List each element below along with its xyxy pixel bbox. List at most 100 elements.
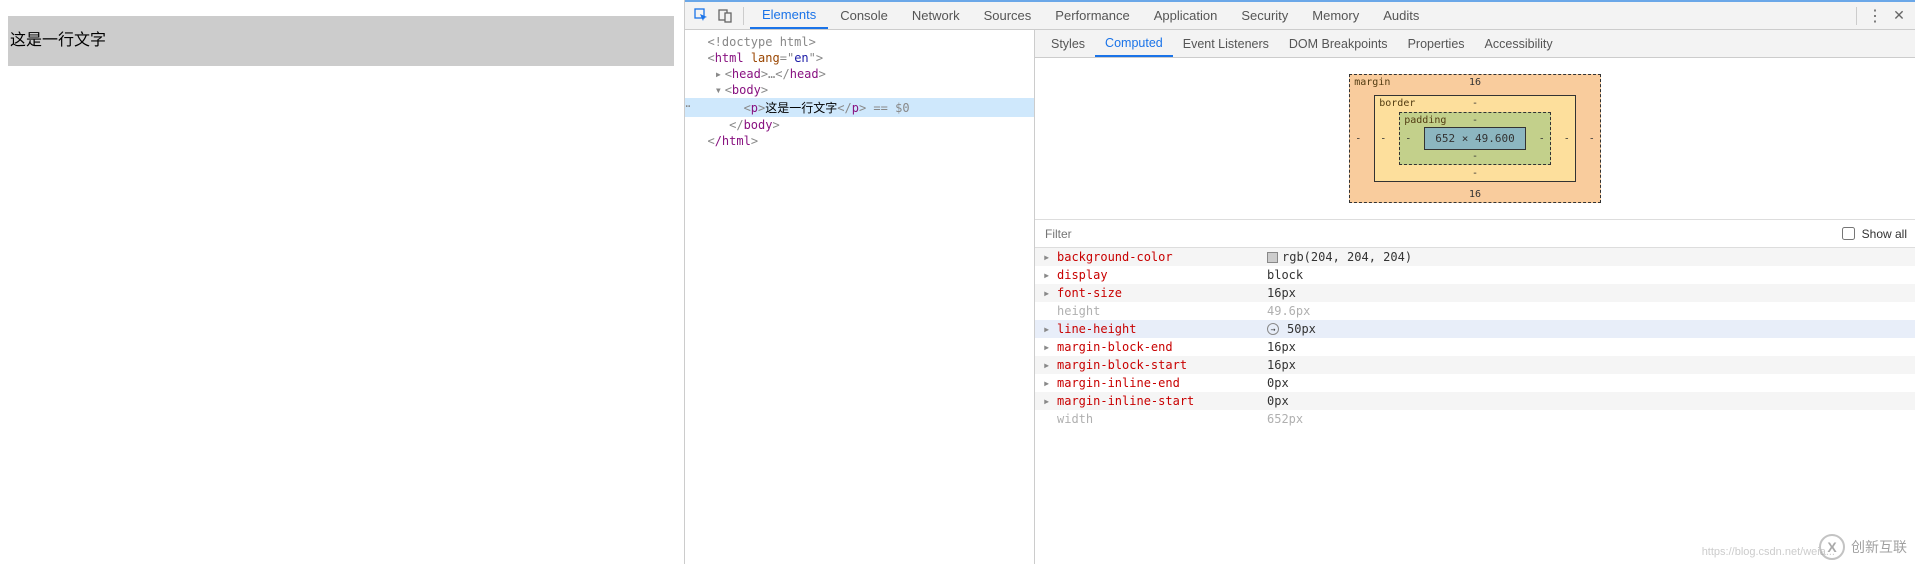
elements-side-panel: StylesComputedEvent ListenersDOM Breakpo… [1035, 30, 1915, 564]
devtools-tab-performance[interactable]: Performance [1043, 2, 1141, 29]
computed-prop-value: 652px [1267, 412, 1303, 426]
showall-checkbox[interactable] [1842, 227, 1855, 240]
side-tab-dom-breakpoints[interactable]: DOM Breakpoints [1279, 30, 1398, 57]
color-swatch-icon[interactable] [1267, 252, 1278, 263]
side-tab-accessibility[interactable]: Accessibility [1475, 30, 1563, 57]
page-viewport: 这是一行文字 [0, 0, 685, 564]
devtools-tabs: ElementsConsoleNetworkSourcesPerformance… [750, 2, 1431, 29]
close-icon[interactable]: ✕ [1887, 4, 1911, 28]
goto-source-icon[interactable]: → [1267, 323, 1279, 335]
dom-html-close[interactable]: </html> [685, 133, 1034, 149]
computed-prop-name: margin-block-end [1057, 340, 1267, 354]
computed-row-display[interactable]: ▸displayblock [1035, 266, 1915, 284]
computed-row-margin-inline-start[interactable]: ▸margin-inline-start0px [1035, 392, 1915, 410]
brand-watermark: X 创新互联 [1819, 534, 1907, 560]
dom-body-close[interactable]: </body> [685, 117, 1034, 133]
devtools-toolbar: ElementsConsoleNetworkSourcesPerformance… [685, 2, 1915, 30]
expand-triangle-icon[interactable]: ▸ [1043, 376, 1057, 390]
computed-filter-row: Show all [1035, 219, 1915, 248]
computed-prop-value: 16px [1267, 286, 1296, 300]
devtools-tab-security[interactable]: Security [1229, 2, 1300, 29]
box-margin-top: 16 [1469, 77, 1481, 88]
box-padding-top: - [1472, 115, 1478, 126]
computed-row-width[interactable]: width652px [1035, 410, 1915, 428]
computed-prop-value: rgb(204, 204, 204) [1267, 250, 1412, 264]
box-margin-label: margin [1354, 77, 1390, 88]
computed-prop-name: display [1057, 268, 1267, 282]
computed-prop-value: block [1267, 268, 1303, 282]
computed-prop-value: →50px [1267, 322, 1316, 336]
expand-triangle-icon[interactable]: ▸ [1043, 268, 1057, 282]
computed-prop-name: margin-inline-start [1057, 394, 1267, 408]
box-content-size: 652 × 49.600 [1424, 127, 1525, 150]
expand-triangle-icon[interactable]: ▸ [1043, 340, 1057, 354]
computed-properties-list[interactable]: ▸background-colorrgb(204, 204, 204)▸disp… [1035, 248, 1915, 564]
computed-prop-value: 16px [1267, 340, 1296, 354]
devtools-tab-network[interactable]: Network [900, 2, 972, 29]
computed-prop-name: line-height [1057, 322, 1267, 336]
computed-row-margin-block-end[interactable]: ▸margin-block-end16px [1035, 338, 1915, 356]
box-border-label: border [1379, 98, 1415, 109]
device-toggle-icon[interactable] [713, 4, 737, 28]
dom-head[interactable]: ▸<head>…</head> [685, 66, 1034, 82]
box-border-left: - [1380, 133, 1386, 144]
brand-logo-icon: X [1819, 534, 1845, 560]
side-tab-computed[interactable]: Computed [1095, 30, 1173, 57]
computed-prop-value: 0px [1267, 376, 1289, 390]
expand-triangle-icon[interactable]: ▸ [1043, 322, 1057, 336]
devtools-panel: ElementsConsoleNetworkSourcesPerformance… [685, 0, 1915, 564]
dom-html-open[interactable]: <html lang="en"> [685, 50, 1034, 66]
side-tab-properties[interactable]: Properties [1398, 30, 1475, 57]
filter-input[interactable] [1043, 226, 1202, 242]
devtools-tab-console[interactable]: Console [828, 2, 900, 29]
expand-triangle-icon[interactable]: ▸ [1043, 358, 1057, 372]
devtools-tab-elements[interactable]: Elements [750, 2, 828, 29]
toolbar-separator [1856, 7, 1857, 25]
box-margin-right: - [1589, 133, 1595, 144]
box-padding-right: - [1539, 133, 1545, 144]
expand-triangle-icon[interactable]: ▸ [1043, 286, 1057, 300]
box-border-right: - [1564, 133, 1570, 144]
computed-prop-name: margin-inline-end [1057, 376, 1267, 390]
side-tab-event-listeners[interactable]: Event Listeners [1173, 30, 1279, 57]
computed-prop-name: width [1057, 412, 1267, 426]
computed-row-height[interactable]: height49.6px [1035, 302, 1915, 320]
side-tab-styles[interactable]: Styles [1041, 30, 1095, 57]
computed-prop-value: 49.6px [1267, 304, 1310, 318]
box-padding-left: - [1405, 133, 1411, 144]
box-padding-bottom: - [1472, 151, 1478, 162]
computed-row-margin-inline-end[interactable]: ▸margin-inline-end0px [1035, 374, 1915, 392]
devtools-tab-memory[interactable]: Memory [1300, 2, 1371, 29]
box-border-bottom: - [1472, 168, 1478, 179]
dom-p-selected[interactable]: ⋯ <p>这是一行文字</p> == $0 [685, 98, 1034, 117]
computed-prop-value: 0px [1267, 394, 1289, 408]
page-paragraph: 这是一行文字 [8, 16, 674, 66]
computed-row-background-color[interactable]: ▸background-colorrgb(204, 204, 204) [1035, 248, 1915, 266]
box-padding-label: padding [1404, 115, 1446, 126]
computed-row-font-size[interactable]: ▸font-size16px [1035, 284, 1915, 302]
computed-row-margin-block-start[interactable]: ▸margin-block-start16px [1035, 356, 1915, 374]
computed-prop-name: height [1057, 304, 1267, 318]
computed-prop-name: margin-block-start [1057, 358, 1267, 372]
dom-doctype[interactable]: <!doctype html> [685, 34, 1034, 50]
more-icon[interactable]: ⋮ [1863, 4, 1887, 28]
elements-dom-tree[interactable]: <!doctype html> <html lang="en"> ▸<head>… [685, 30, 1035, 564]
showall-label: Show all [1862, 227, 1907, 241]
box-margin-left: - [1355, 133, 1361, 144]
box-border-top: - [1472, 98, 1478, 109]
expand-triangle-icon[interactable]: ▸ [1043, 250, 1057, 264]
side-tabs: StylesComputedEvent ListenersDOM Breakpo… [1035, 30, 1915, 58]
expand-triangle-icon[interactable]: ▸ [1043, 394, 1057, 408]
showall-toggle[interactable]: Show all [1838, 224, 1907, 243]
inspect-icon[interactable] [689, 4, 713, 28]
brand-name: 创新互联 [1851, 537, 1907, 557]
devtools-tab-sources[interactable]: Sources [972, 2, 1044, 29]
computed-prop-name: background-color [1057, 250, 1267, 264]
dom-body-open[interactable]: ▾<body> [685, 82, 1034, 98]
toolbar-separator [743, 7, 744, 25]
devtools-tab-audits[interactable]: Audits [1371, 2, 1431, 29]
devtools-tab-application[interactable]: Application [1142, 2, 1230, 29]
url-watermark: https://blog.csdn.net/weia... [1702, 546, 1835, 558]
box-model-diagram: margin 16 16 - - border - - - - paddin [1035, 58, 1915, 219]
computed-row-line-height[interactable]: ▸line-height→50px [1035, 320, 1915, 338]
